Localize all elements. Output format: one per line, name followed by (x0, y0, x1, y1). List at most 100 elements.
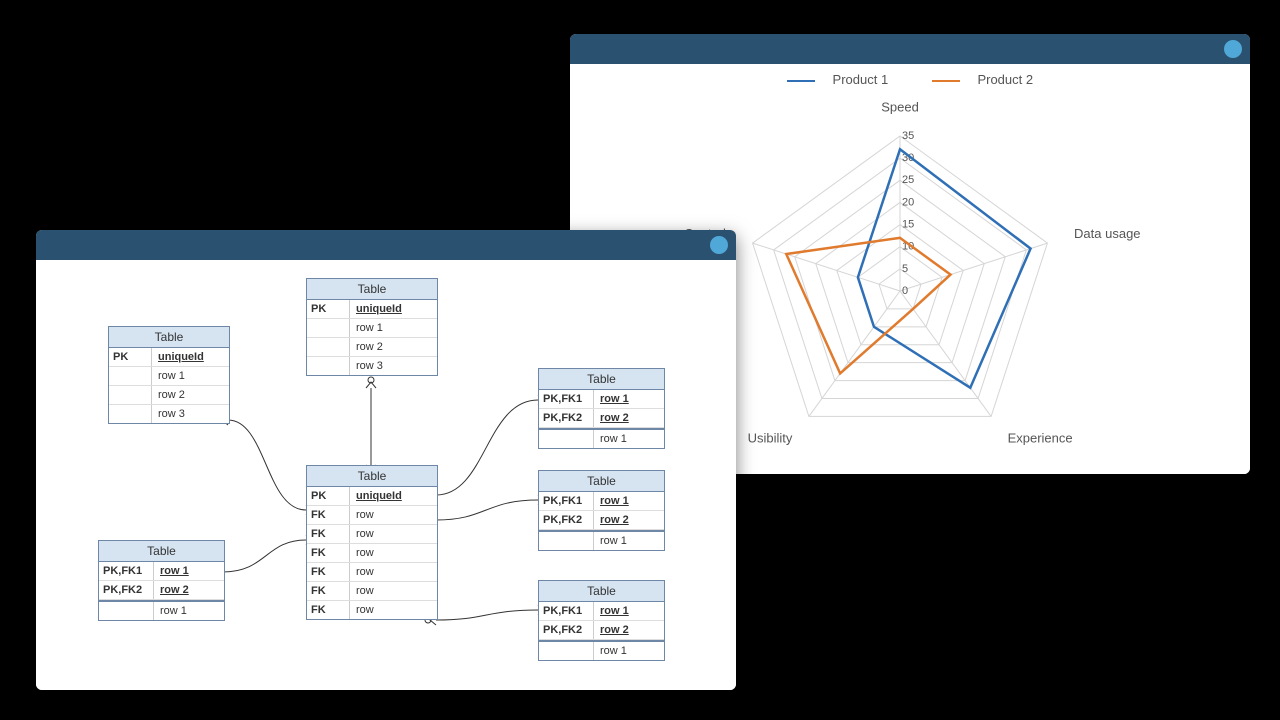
er-table-right-2[interactable]: TablePK,FK1row 1PK,FK2row 2row 1 (538, 470, 665, 551)
row-key (99, 602, 154, 620)
table-row: row 1 (539, 642, 664, 660)
row-key: PK (109, 348, 152, 366)
svg-text:Usibility: Usibility (748, 430, 793, 445)
er-table-title: Table (307, 466, 437, 487)
table-row: PK,FK1row 1 (539, 602, 664, 621)
row-value: uniqueId (152, 348, 229, 366)
row-key: FK (307, 544, 350, 562)
table-row: PKuniqueId (307, 300, 437, 319)
legend-label-2: Product 2 (977, 72, 1033, 87)
table-row: FKrow (307, 582, 437, 601)
panel-dot-icon (1224, 40, 1242, 58)
chart-panel-header[interactable] (570, 34, 1250, 64)
er-panel-header[interactable] (36, 230, 736, 260)
er-table-top[interactable]: TablePKuniqueIdrow 1row 2row 3 (306, 278, 438, 376)
er-table-right-1[interactable]: TablePK,FK1row 1PK,FK2row 2row 1 (538, 368, 665, 449)
svg-text:Experience: Experience (1008, 430, 1073, 445)
row-key: PK (307, 300, 350, 318)
row-key (109, 405, 152, 423)
row-value: uniqueId (350, 300, 437, 318)
row-key: PK,FK1 (99, 562, 154, 580)
row-value: row 2 (350, 338, 437, 356)
row-key (307, 319, 350, 337)
row-key: PK,FK2 (539, 511, 594, 529)
row-value: row 2 (152, 386, 229, 404)
table-row: PKuniqueId (307, 487, 437, 506)
row-key (109, 367, 152, 385)
table-row: row 2 (109, 386, 229, 405)
row-key (539, 430, 594, 448)
row-key (307, 357, 350, 375)
table-row: PKuniqueId (109, 348, 229, 367)
table-row: row 1 (109, 367, 229, 386)
table-row: PK,FK1row 1 (539, 492, 664, 511)
er-table-title: Table (307, 279, 437, 300)
er-table-right-3[interactable]: TablePK,FK1row 1PK,FK2row 2row 1 (538, 580, 665, 661)
table-row: FKrow (307, 506, 437, 525)
row-value: row 1 (152, 367, 229, 385)
legend-swatch-1 (787, 80, 815, 82)
row-key: FK (307, 525, 350, 543)
row-value: row (350, 525, 437, 543)
table-row: row 3 (307, 357, 437, 375)
er-table-title: Table (109, 327, 229, 348)
svg-text:Speed: Speed (881, 99, 919, 114)
row-key: FK (307, 601, 350, 619)
row-value: row 1 (594, 602, 664, 620)
table-row: row 2 (307, 338, 437, 357)
row-value: row 2 (594, 409, 664, 427)
svg-text:35: 35 (902, 130, 914, 142)
panel-dot-icon (710, 236, 728, 254)
er-table-left-lower[interactable]: TablePK,FK1row 1PK,FK2row 2row 1 (98, 540, 225, 621)
row-key: PK,FK1 (539, 390, 594, 408)
row-value: row 1 (594, 390, 664, 408)
svg-text:5: 5 (902, 263, 908, 275)
legend-label-1: Product 1 (833, 72, 889, 87)
legend-swatch-2 (932, 80, 960, 82)
svg-text:15: 15 (902, 218, 914, 230)
table-row: FKrow (307, 563, 437, 582)
row-key: PK,FK2 (539, 409, 594, 427)
row-value: row (350, 544, 437, 562)
er-table-title: Table (539, 581, 664, 602)
legend-item-2: Product 2 (922, 72, 1043, 87)
table-row: FKrow (307, 544, 437, 563)
row-key: FK (307, 582, 350, 600)
row-value: row 2 (594, 621, 664, 639)
row-key: PK,FK1 (539, 602, 594, 620)
row-key: FK (307, 563, 350, 581)
table-row: row 1 (307, 319, 437, 338)
row-key: FK (307, 506, 350, 524)
table-row: PK,FK2row 2 (99, 581, 224, 600)
er-table-title: Table (99, 541, 224, 562)
legend-item-1: Product 1 (777, 72, 902, 87)
row-key: PK (307, 487, 350, 505)
row-key (539, 532, 594, 550)
table-row: row 1 (539, 532, 664, 550)
row-key: PK,FK2 (539, 621, 594, 639)
er-table-left-upper[interactable]: TablePKuniqueIdrow 1row 2row 3 (108, 326, 230, 424)
table-row: FKrow (307, 601, 437, 619)
svg-text:0: 0 (902, 285, 908, 297)
er-table-center[interactable]: TablePKuniqueIdFKrowFKrowFKrowFKrowFKrow… (306, 465, 438, 620)
er-panel: TablePKuniqueIdrow 1row 2row 3 TablePKun… (36, 230, 736, 690)
row-value: row 2 (594, 511, 664, 529)
row-key (109, 386, 152, 404)
table-row: PK,FK2row 2 (539, 409, 664, 428)
svg-text:20: 20 (902, 196, 914, 208)
row-value: row 1 (594, 430, 664, 448)
table-row: PK,FK2row 2 (539, 511, 664, 530)
row-value: row 3 (152, 405, 229, 423)
row-key: PK,FK1 (539, 492, 594, 510)
row-value: row (350, 601, 437, 619)
row-value: row 1 (350, 319, 437, 337)
svg-text:Data usage: Data usage (1074, 226, 1141, 241)
er-panel-body: TablePKuniqueIdrow 1row 2row 3 TablePKun… (36, 260, 736, 690)
row-value: row (350, 582, 437, 600)
row-value: row (350, 563, 437, 581)
row-value: row 1 (154, 562, 224, 580)
svg-text:25: 25 (902, 174, 914, 186)
table-row: PK,FK1row 1 (539, 390, 664, 409)
table-row: FKrow (307, 525, 437, 544)
row-value: row 1 (594, 492, 664, 510)
